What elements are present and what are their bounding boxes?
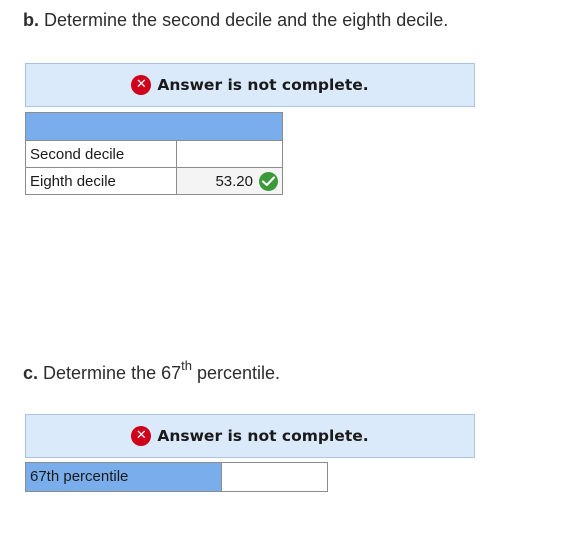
eighth-decile-input[interactable]: 53.20: [176, 167, 283, 195]
part-c-superscript: th: [181, 358, 192, 373]
x-circle-icon: ✕: [131, 75, 152, 95]
part-c-text-before: Determine the 67: [43, 363, 182, 383]
table-header-row: [25, 112, 283, 141]
banner-b-text: Answer is not complete.: [157, 76, 369, 94]
percentile-label: 67th percentile: [25, 462, 222, 492]
part-c-label: c.: [23, 363, 39, 383]
incomplete-banner-c: ✕ Answer is not complete.: [25, 414, 475, 458]
x-circle-icon: ✕: [131, 426, 152, 446]
incomplete-banner-b: ✕ Answer is not complete.: [25, 63, 475, 107]
part-b-label: b.: [23, 10, 39, 30]
checkmark-icon: [259, 171, 278, 191]
table-row: Eighth decile 53.20: [25, 167, 283, 195]
eighth-decile-value: 53.20: [215, 172, 253, 190]
percentile-input[interactable]: [222, 462, 328, 492]
second-decile-input[interactable]: [176, 140, 283, 168]
question-part-c: c. Determine the 67th percentile.: [23, 358, 281, 384]
part-c-text-after: percentile.: [191, 363, 281, 383]
eighth-decile-label: Eighth decile: [25, 167, 177, 195]
banner-c-text: Answer is not complete.: [157, 427, 369, 445]
question-part-b: b. Determine the second decile and the e…: [23, 10, 448, 31]
table-header-cell: [25, 112, 283, 141]
deciles-table: Second decile Eighth decile 53.20: [25, 112, 283, 195]
part-b-text: Determine the second decile and the eigh…: [44, 10, 449, 30]
table-row: Second decile: [25, 140, 283, 168]
percentile-row: 67th percentile: [25, 462, 328, 492]
second-decile-label: Second decile: [25, 140, 177, 168]
